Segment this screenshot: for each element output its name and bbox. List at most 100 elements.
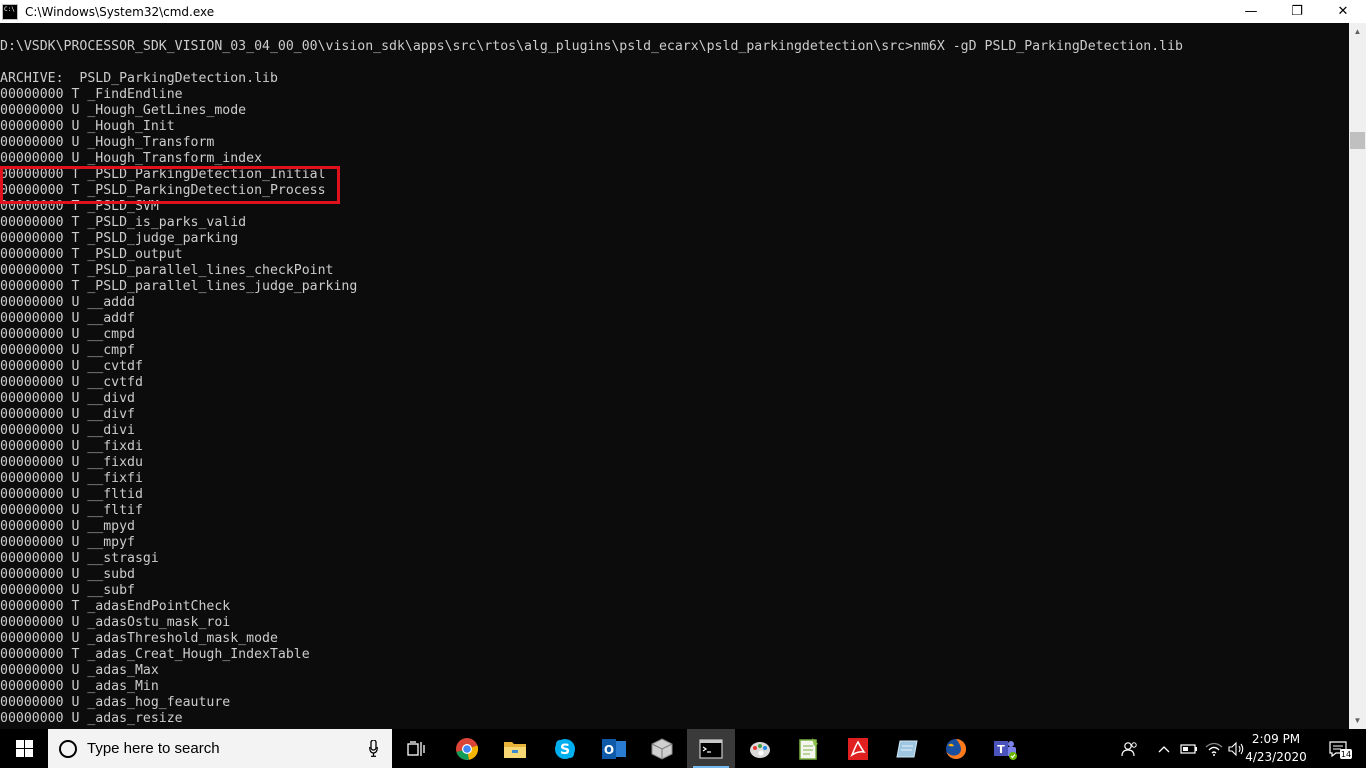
tray-overflow-button[interactable] (1153, 729, 1175, 768)
window-title-bar[interactable]: C:\Windows\System32\cmd.exe — ❐ ✕ (0, 0, 1366, 23)
console-line: 00000000 U _adas_resize (0, 711, 183, 726)
window-title: C:\Windows\System32\cmd.exe (25, 4, 215, 19)
console-line: 00000000 U _Hough_Init (0, 119, 175, 134)
console-text: D:\VSDK\PROCESSOR_SDK_VISION_03_04_00_00… (0, 23, 1183, 727)
search-placeholder: Type here to search (87, 740, 220, 757)
console-line: 00000000 U _adasOstu_mask_roi (0, 615, 231, 630)
chevron-up-icon (1158, 745, 1170, 752)
taskbar-search-box[interactable]: Type here to search (48, 729, 392, 768)
console-line: 00000000 U __cmpf (0, 343, 135, 358)
notepad-plus-icon (799, 737, 818, 760)
start-button[interactable] (0, 729, 48, 768)
taskbar-firefox[interactable] (932, 729, 980, 768)
console-line: 00000000 U __fltid (0, 487, 143, 502)
console-line: 00000000 T _PSLD_judge_parking (0, 231, 239, 246)
console-line: 00000000 U __mpyf (0, 535, 135, 550)
console-line: 00000000 T _PSLD_is_parks_valid (0, 215, 247, 230)
taskbar-file-explorer[interactable] (491, 729, 539, 768)
taskbar-notes[interactable] (883, 729, 931, 768)
taskbar-teams[interactable]: T (981, 729, 1029, 768)
scroll-up-arrow-icon[interactable]: ▲ (1349, 23, 1366, 40)
window-controls: — ❐ ✕ (1228, 0, 1366, 23)
firefox-icon (946, 738, 967, 759)
taskbar-acrobat[interactable] (834, 729, 882, 768)
console-line: 00000000 U __subd (0, 567, 135, 582)
svg-text:S: S (560, 742, 570, 758)
acrobat-icon (848, 737, 868, 760)
taskbar-cmd[interactable] (687, 729, 735, 768)
taskbar-outlook[interactable]: O (590, 729, 638, 768)
console-line: 00000000 U __divd (0, 391, 135, 406)
console-line: 00000000 U _adas_Min (0, 679, 159, 694)
console-line: 00000000 U _Hough_GetLines_mode (0, 103, 247, 118)
taskbar-chrome[interactable] (443, 729, 491, 768)
console-line: 00000000 U _Hough_Transform (0, 135, 215, 150)
scroll-down-arrow-icon[interactable]: ▼ (1349, 712, 1366, 729)
console-line: 00000000 U __subf (0, 583, 135, 598)
teams-icon: T (994, 740, 1017, 760)
skype-icon: S (555, 738, 575, 759)
svg-text:T: T (997, 743, 1005, 756)
taskbar-clock[interactable]: 2:09 PM 4/23/2020 (1244, 729, 1308, 768)
close-button[interactable]: ✕ (1320, 0, 1366, 23)
console-line: 00000000 U __fixfi (0, 471, 143, 486)
scrollbar-thumb[interactable] (1350, 132, 1365, 149)
console-line: 00000000 U _Hough_Transform_index (0, 151, 263, 166)
maximize-button[interactable]: ❐ (1274, 0, 1320, 23)
people-button[interactable] (1116, 729, 1144, 768)
console-line: 00000000 U _adas_Max (0, 663, 159, 678)
console-line: 00000000 T _adas_Creat_Hough_IndexTable (0, 647, 310, 662)
console-line: 00000000 U __cvtdf (0, 359, 143, 374)
console-line: D:\VSDK\PROCESSOR_SDK_VISION_03_04_00_00… (0, 39, 1183, 54)
microphone-icon[interactable] (369, 740, 378, 757)
console-output[interactable]: D:\VSDK\PROCESSOR_SDK_VISION_03_04_00_00… (0, 23, 1349, 729)
battery-button[interactable] (1178, 729, 1200, 768)
console-line: 00000000 T _PSLD_parallel_lines_checkPoi… (0, 263, 334, 278)
console-line: 00000000 U __fixdu (0, 455, 143, 470)
console-line: 00000000 U __fltif (0, 503, 143, 518)
task-view-icon (407, 740, 425, 756)
console-line: 00000000 U __divf (0, 407, 135, 422)
console-line: 00000000 U _adas_hog_feauture (0, 695, 231, 710)
chrome-icon (456, 737, 479, 760)
windows-logo-icon (15, 740, 33, 757)
network-button[interactable] (1203, 729, 1225, 768)
console-line: 00000000 U _adasThreshold_mask_mode (0, 631, 278, 646)
console-line: ARCHIVE: PSLD_ParkingDetection.lib (0, 71, 278, 86)
console-line: 00000000 U __addf (0, 311, 135, 326)
action-center-button[interactable]: 14 (1318, 729, 1362, 768)
console-line: 00000000 U __divi (0, 423, 135, 438)
file-explorer-icon (504, 741, 526, 758)
vertical-scrollbar[interactable]: ▲ ▼ (1349, 23, 1366, 729)
outlook-icon: O (602, 738, 626, 759)
console-line: 00000000 T _FindEndline (0, 87, 183, 102)
console-line: 00000000 T _PSLD_parallel_lines_judge_pa… (0, 279, 358, 294)
console-line: 00000000 U __fixdi (0, 439, 143, 454)
console-line: 00000000 U __mpyd (0, 519, 135, 534)
console-line: 00000000 U __addd (0, 295, 135, 310)
taskbar-skype[interactable]: S (541, 729, 589, 768)
task-view-button[interactable] (392, 729, 440, 768)
cmd-app-icon[interactable] (2, 3, 18, 20)
svg-text:O: O (604, 743, 614, 757)
console-line: 00000000 T _adasEndPointCheck (0, 599, 231, 614)
notification-icon: 14 (1329, 740, 1352, 759)
cortana-ring-icon (59, 739, 77, 758)
package-cube-icon (651, 737, 673, 760)
console-line: 00000000 T _PSLD_output (0, 247, 183, 262)
battery-icon (1180, 743, 1197, 754)
minimize-button[interactable]: — (1228, 0, 1274, 23)
taskbar-paint[interactable] (736, 729, 784, 768)
people-icon (1121, 741, 1137, 756)
paint-icon (750, 741, 770, 758)
taskbar-package[interactable] (638, 729, 686, 768)
wifi-icon (1205, 742, 1223, 756)
highlight-box (0, 166, 340, 204)
notification-count: 14 (1341, 750, 1351, 759)
clock-time: 2:09 PM (1251, 732, 1301, 746)
taskbar: Type here to search S O T 2:09 PM 4/23/2… (0, 729, 1366, 768)
notes-icon (896, 740, 918, 757)
taskbar-notepad-plus[interactable] (785, 729, 833, 768)
